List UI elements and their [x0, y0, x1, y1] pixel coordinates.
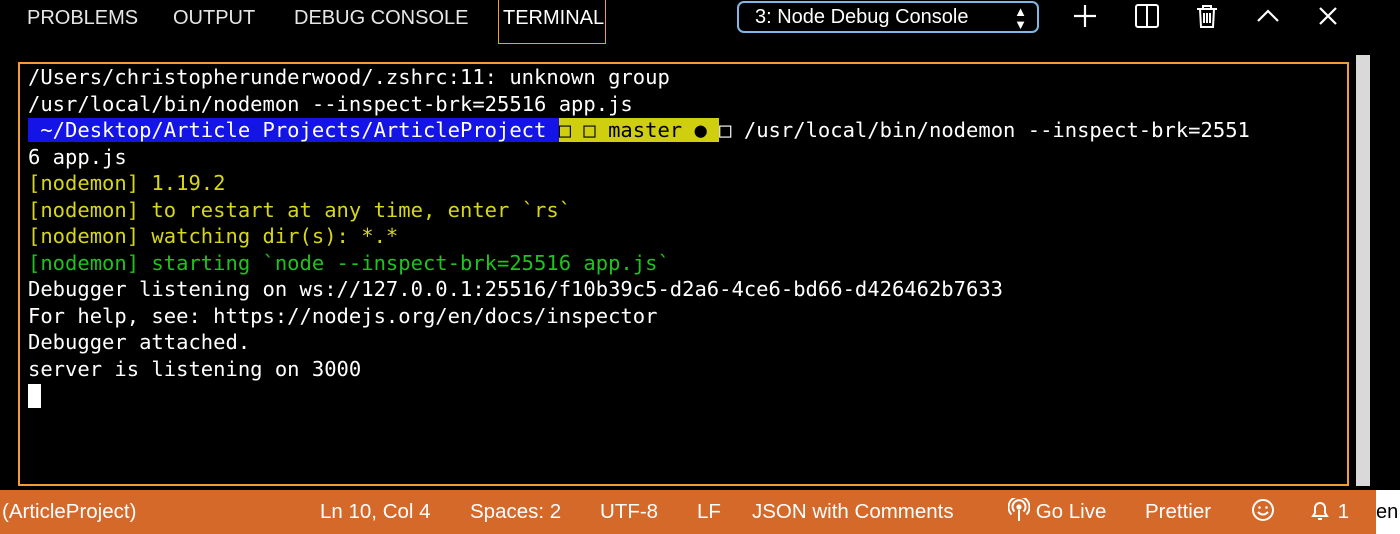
bell-icon: [1308, 500, 1332, 523]
tab-output[interactable]: OUTPUT: [173, 0, 255, 44]
status-encoding[interactable]: UTF-8: [600, 490, 658, 534]
go-live-label: Go Live: [1035, 500, 1107, 523]
feedback-smiley-icon[interactable]: [1251, 490, 1275, 534]
prompt-git-branch: □ □ master ●: [558, 118, 720, 142]
tab-terminal[interactable]: TERMINAL: [498, 0, 606, 44]
terminal-scrollbar[interactable]: [1356, 55, 1370, 486]
status-prettier[interactable]: Prettier: [1145, 490, 1211, 534]
status-eol[interactable]: LF: [697, 490, 721, 534]
terminal-line: 6 app.js: [28, 145, 127, 169]
status-cursor-position[interactable]: Ln 10, Col 4: [320, 490, 431, 534]
split-icon[interactable]: [1133, 2, 1161, 30]
close-icon[interactable]: [1314, 2, 1342, 30]
status-project[interactable]: (ArticleProject): [2, 490, 136, 534]
broadcast-icon: [1007, 495, 1031, 523]
terminal-line: /Users/christopherunderwood/.zshrc:11: u…: [28, 65, 670, 89]
status-notifications[interactable]: 1: [1308, 490, 1349, 534]
panel-header: PROBLEMS OUTPUT DEBUG CONSOLE TERMINAL 3…: [0, 0, 1400, 44]
terminal-line: Debugger attached.: [28, 330, 251, 354]
terminal-line: server is listening on 3000: [28, 357, 362, 381]
terminal-line: /usr/local/bin/nodemon --inspect-brk=255…: [28, 92, 633, 116]
terminal-line: For help, see: https://nodejs.org/en/doc…: [28, 304, 658, 328]
terminal-line: [nodemon] watching dir(s): *.*: [28, 224, 399, 248]
prompt-path: ~/Desktop/Article Projects/ArticleProjec…: [28, 118, 559, 142]
prompt-command: □ /usr/local/bin/nodemon --inspect-brk=2…: [719, 118, 1250, 142]
plus-icon[interactable]: [1071, 2, 1099, 30]
edge-window-fragment: en: [1376, 490, 1400, 534]
terminal-prompt-line: ~/Desktop/Article Projects/ArticleProjec…: [28, 117, 1250, 143]
status-language[interactable]: JSON with Comments: [752, 490, 954, 534]
terminal-select-value: 3: Node Debug Console: [755, 6, 969, 28]
terminal-line: [nodemon] 1.19.2: [28, 171, 226, 195]
status-indentation[interactable]: Spaces: 2: [470, 490, 561, 534]
terminal-line: [nodemon] starting `node --inspect-brk=2…: [28, 251, 670, 275]
terminal-line: [nodemon] to restart at any time, enter …: [28, 198, 572, 222]
tab-problems[interactable]: PROBLEMS: [27, 0, 138, 44]
terminal-line: Debugger listening on ws://127.0.0.1:255…: [28, 277, 1004, 301]
terminal-select[interactable]: 3: Node Debug Console ▲ ▼: [737, 1, 1039, 33]
terminal-cursor: [28, 384, 41, 408]
tab-debug-console[interactable]: DEBUG CONSOLE: [294, 0, 468, 44]
select-arrows-icon: ▲ ▼: [1014, 4, 1027, 32]
status-go-live[interactable]: Go Live: [1007, 490, 1107, 534]
trash-icon[interactable]: [1193, 2, 1221, 30]
edge-text: en: [1376, 501, 1399, 523]
terminal-output[interactable]: /Users/christopherunderwood/.zshrc:11: u…: [18, 62, 1349, 486]
status-bar: (ArticleProject) Ln 10, Col 4 Spaces: 2 …: [0, 490, 1376, 534]
notifications-count: 1: [1337, 500, 1350, 523]
chevron-up-icon[interactable]: [1254, 2, 1282, 30]
